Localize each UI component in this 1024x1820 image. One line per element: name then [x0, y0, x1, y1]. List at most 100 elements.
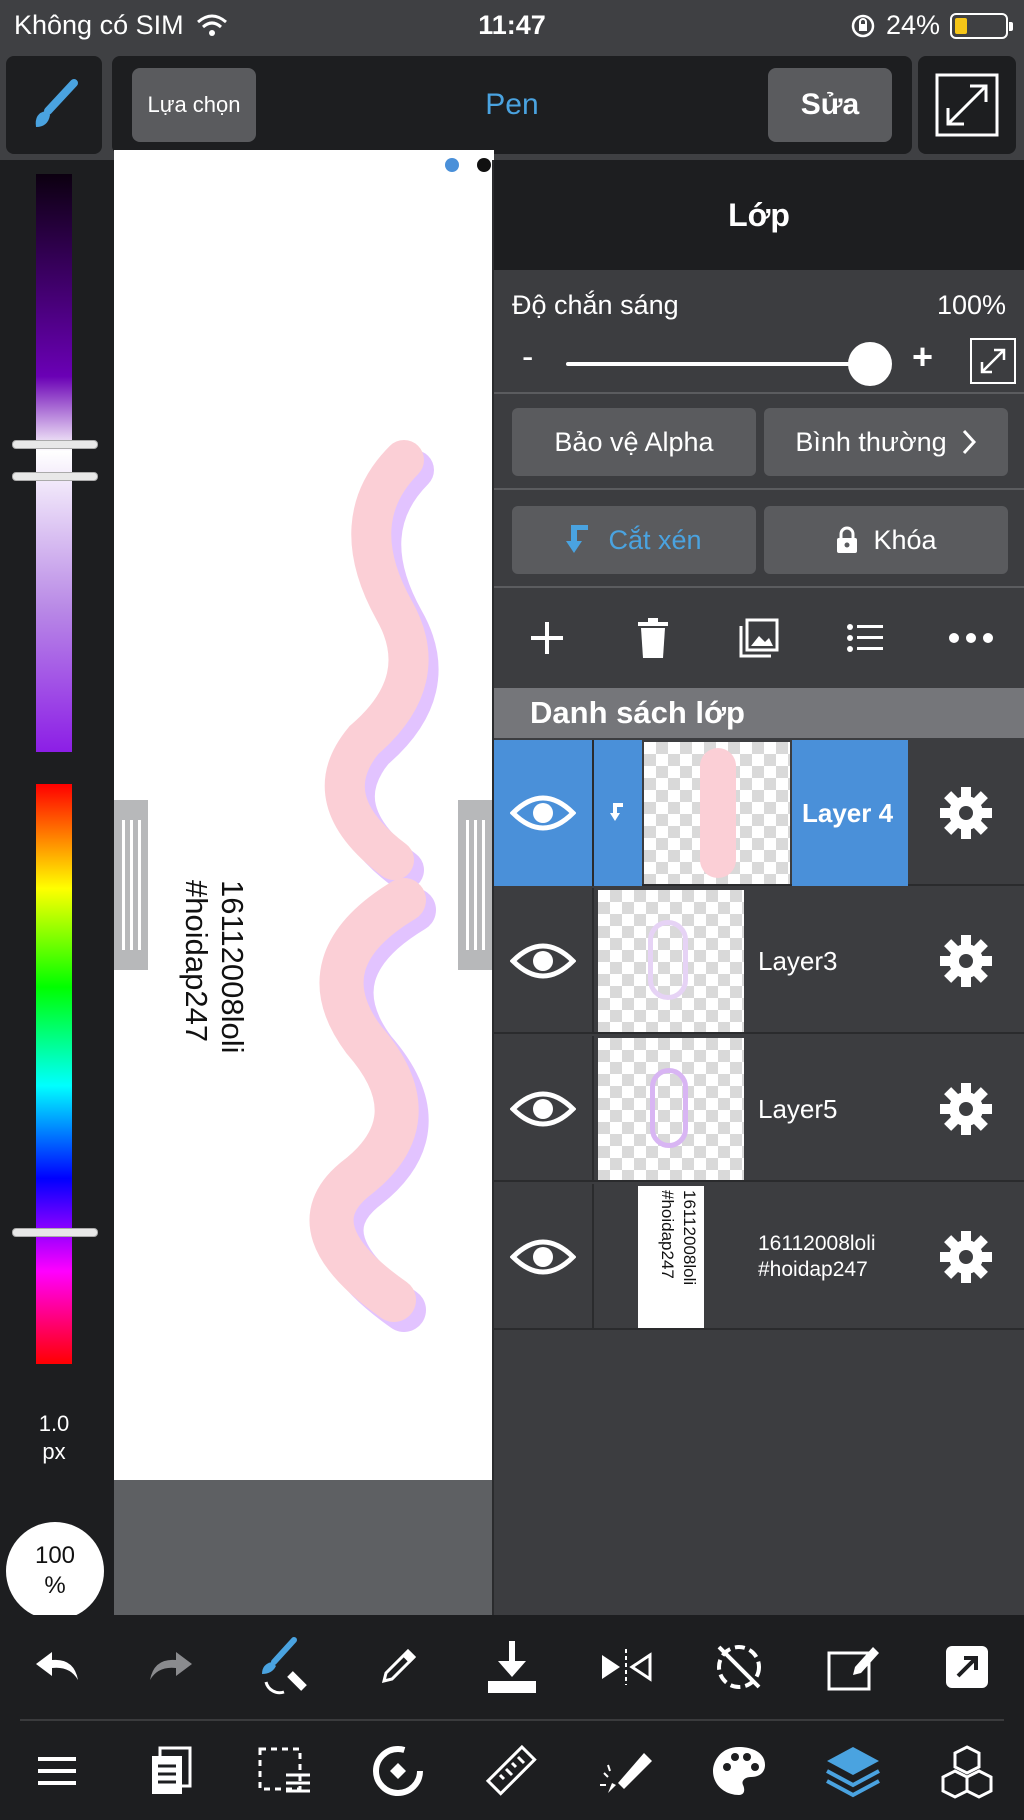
battery-icon — [950, 12, 1013, 39]
rotate-icon — [373, 1746, 424, 1796]
layer-row[interactable]: Layer5 — [494, 1036, 1024, 1182]
chevron-right-icon — [962, 429, 976, 455]
expand-icon — [935, 73, 999, 137]
pages-icon — [151, 1746, 192, 1794]
flip-canvas-button[interactable] — [581, 1622, 671, 1712]
layer-row[interactable]: Layer3 — [494, 888, 1024, 1034]
rotate-reset-button[interactable] — [694, 1622, 784, 1712]
opacity-increase-button[interactable]: + — [912, 336, 933, 378]
left-panel-drag-handle[interactable] — [114, 800, 148, 970]
battery-percent: 24% — [885, 10, 940, 40]
edit-button[interactable]: Sửa — [768, 68, 892, 142]
expand-icon — [980, 348, 1006, 374]
canvas-text-line1: 16112008loli — [215, 880, 250, 1054]
color-palette-button[interactable] — [694, 1726, 784, 1816]
import-image-button[interactable] — [714, 593, 804, 683]
blend-mode-button[interactable]: Bình thường — [764, 408, 1008, 476]
layer-settings-button[interactable] — [908, 740, 1024, 886]
redo-button[interactable] — [126, 1622, 216, 1712]
brush-opacity-unit: % — [44, 1572, 66, 1599]
thumb-text-line2: #hoidap247 — [658, 1190, 677, 1279]
layer-visibility-toggle[interactable] — [494, 1036, 594, 1182]
tool-bar-center: Lựa chọn Pen Sửa — [112, 56, 912, 154]
alpha-protect-button[interactable]: Bảo vệ Alpha — [512, 408, 756, 476]
layer-thumbnail — [644, 742, 790, 884]
layer-opacity-section: Độ chắn sáng 100% - + — [494, 270, 1024, 394]
brush-size-value: 1.0 — [38, 1411, 70, 1436]
3d-material-button[interactable] — [922, 1726, 1012, 1816]
brush-eraser-toggle[interactable] — [239, 1622, 329, 1712]
battery-area: 24% — [850, 10, 1013, 41]
cubes-icon — [941, 1745, 993, 1799]
canvas-watermark-text: 16112008loli #hoidap247 — [178, 880, 250, 1080]
layer-list-button[interactable] — [820, 593, 910, 683]
color-panel: 1.0 px 100 % — [0, 160, 114, 1620]
add-layer-button[interactable] — [502, 593, 592, 683]
layer-name: Layer5 — [758, 1093, 838, 1124]
layer-row[interactable]: 16112008loli #hoidap247 16112008loli #ho… — [494, 1184, 1024, 1330]
opacity-expand-button[interactable] — [970, 338, 1016, 384]
layer-name: Layer3 — [758, 945, 838, 976]
alpha-protect-label: Bảo vệ Alpha — [554, 426, 714, 457]
layer-panel-title: Lớp — [494, 160, 1024, 270]
top-toolbar: Lựa chọn Pen Sửa — [0, 50, 1024, 160]
transform-tool-button[interactable] — [353, 1726, 443, 1816]
layer-visibility-toggle[interactable] — [494, 1184, 594, 1330]
clipping-button[interactable]: Cắt xén — [512, 506, 756, 574]
drawing-canvas[interactable]: 16112008loli #hoidap247 — [114, 150, 494, 1480]
ruler-icon — [485, 1744, 537, 1796]
brightness-handle-lower[interactable] — [12, 472, 98, 481]
lock-button[interactable]: Khóa — [764, 506, 1008, 574]
eye-icon — [510, 1091, 576, 1127]
brush-size-unit: px — [42, 1439, 66, 1464]
rotate-off-icon — [717, 1645, 762, 1689]
hue-handle[interactable] — [12, 1228, 98, 1237]
layer-name: Layer 4 — [792, 740, 908, 886]
opacity-slider-knob[interactable] — [848, 342, 892, 386]
brush-opacity-button[interactable]: 100 % — [6, 1522, 104, 1620]
brush-tool-button[interactable] — [6, 56, 102, 154]
gear-icon — [940, 935, 992, 987]
pink-lettering-drawing — [309, 440, 439, 1332]
eye-icon — [510, 795, 576, 831]
clip-arrow-icon — [566, 525, 589, 553]
opacity-slider-track[interactable] — [566, 362, 876, 366]
hue-slider[interactable] — [36, 784, 72, 1364]
layer-visibility-toggle[interactable] — [494, 888, 594, 1034]
palette-icon — [713, 1747, 766, 1795]
fullscreen-button[interactable] — [918, 56, 1016, 154]
share-button[interactable] — [922, 1622, 1012, 1712]
image-icon — [739, 618, 779, 658]
pages-button[interactable] — [126, 1726, 216, 1816]
layer-thumbnail: 16112008loli #hoidap247 — [638, 1186, 704, 1328]
selection-button[interactable] — [239, 1726, 329, 1816]
delete-layer-button[interactable] — [608, 593, 698, 683]
flip-icon — [601, 1649, 652, 1685]
ruler-button[interactable] — [467, 1726, 557, 1816]
share-icon — [946, 1646, 988, 1688]
layers-button[interactable] — [808, 1726, 898, 1816]
lock-label: Khóa — [873, 524, 937, 555]
brightness-slider[interactable] — [36, 174, 72, 752]
layer-visibility-toggle[interactable] — [494, 740, 594, 886]
layer-settings-button[interactable] — [908, 888, 1024, 1034]
more-options-button[interactable] — [926, 593, 1016, 683]
layer-settings-button[interactable] — [908, 1184, 1024, 1330]
menu-button[interactable] — [12, 1726, 102, 1816]
layer-panel-drag-handle[interactable] — [458, 800, 492, 970]
opacity-decrease-button[interactable]: - — [522, 338, 533, 377]
layer-settings-button[interactable] — [908, 1036, 1024, 1182]
undo-button[interactable] — [12, 1622, 102, 1712]
brightness-handle-upper[interactable] — [12, 440, 98, 449]
material-button[interactable] — [581, 1726, 671, 1816]
layer-row[interactable]: Layer 4 — [494, 740, 1024, 886]
transform-button[interactable] — [808, 1622, 898, 1712]
status-bar: Không có SIM 11:47 24% — [0, 0, 1024, 50]
download-icon — [487, 1641, 536, 1693]
save-download-button[interactable] — [467, 1622, 557, 1712]
eyedropper-button[interactable] — [353, 1622, 443, 1712]
bottom-toolbar — [0, 1615, 1024, 1820]
brush-size[interactable]: 1.0 px — [0, 1410, 108, 1466]
blend-mode-label: Bình thường — [795, 426, 947, 457]
layer-list-title: Danh sách lớp — [494, 688, 1024, 738]
